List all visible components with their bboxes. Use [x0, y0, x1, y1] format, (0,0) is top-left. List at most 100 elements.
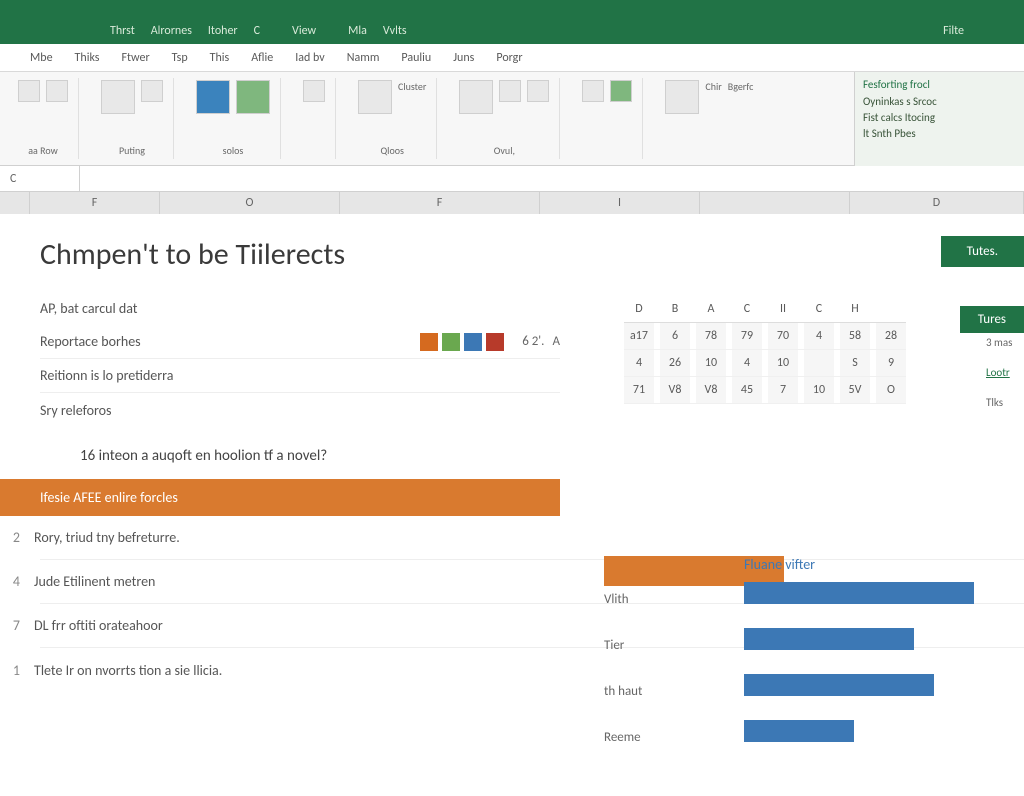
mt-head[interactable]: II: [768, 296, 798, 322]
pane-line[interactable]: Oyninkas s Srcoc: [863, 95, 1016, 108]
ribbon-tab[interactable]: Ftwer: [122, 51, 150, 65]
ribbon-group: Cluster Qloos: [348, 78, 437, 159]
table-row[interactable]: 2 Rory, triud tny befreturre.: [40, 516, 1024, 560]
ribbon-tab[interactable]: Aflie: [251, 51, 273, 65]
ribbon-tab[interactable]: Tsp: [172, 51, 188, 65]
row-text: DL frr oftiti orateahoor: [34, 617, 163, 634]
mt-cell[interactable]: 58: [840, 323, 870, 349]
row-text: Jude Etilinent metren: [34, 573, 155, 590]
color-swatches: [420, 333, 504, 351]
mt-cell[interactable]: 78: [696, 323, 726, 349]
col-head[interactable]: O: [160, 192, 340, 214]
mt-cell[interactable]: 5V: [840, 377, 870, 403]
mt-cell[interactable]: 10: [768, 350, 798, 376]
mt-head[interactable]: C: [732, 296, 762, 322]
ribbon-icon[interactable]: [527, 80, 549, 102]
mt-head[interactable]: H: [840, 296, 870, 322]
mt-head[interactable]: C: [804, 296, 834, 322]
name-box[interactable]: C: [0, 166, 80, 191]
list-item[interactable]: AP, bat carcul dat: [40, 291, 560, 325]
mt-cell[interactable]: V8: [660, 377, 690, 403]
mt-cell[interactable]: 4: [804, 323, 834, 349]
ribbon-tab[interactable]: Namm: [347, 51, 380, 65]
ribbon-icon[interactable]: [18, 80, 40, 102]
mt-head[interactable]: B: [660, 296, 690, 322]
chart-bar: [744, 628, 914, 650]
title-tab[interactable]: Mla: [348, 20, 367, 44]
ribbon-tab[interactable]: This: [210, 51, 230, 65]
col-head[interactable]: I: [540, 192, 700, 214]
col-head[interactable]: [700, 192, 850, 214]
title-tab[interactable]: View: [292, 20, 316, 44]
chart-icon[interactable]: [236, 80, 270, 114]
ribbon-icon[interactable]: [459, 80, 493, 114]
mt-cell[interactable]: 70: [768, 323, 798, 349]
ribbon-tab-row: Mbe Thiks Ftwer Tsp This Aflie Iad bv Na…: [0, 44, 1024, 72]
extra-cell: Lootr: [986, 366, 1020, 396]
ribbon-icon[interactable]: [499, 80, 521, 102]
worksheet[interactable]: Chmpen't to be Tiilerects AP, bat carcul…: [0, 214, 1024, 796]
list-item[interactable]: Reitionn is lo pretiderra: [40, 359, 560, 393]
title-tab[interactable]: Filte: [943, 20, 964, 44]
mt-cell[interactable]: a17: [624, 323, 654, 349]
pane-line[interactable]: lt Snth Pbes: [863, 127, 1016, 140]
title-tab[interactable]: Itoher: [208, 20, 238, 44]
title-tab[interactable]: C: [254, 20, 260, 44]
title-tab[interactable]: Alrornes: [151, 20, 192, 44]
chart-category: Tier: [604, 622, 642, 668]
row-number: 2: [0, 529, 34, 546]
title-tab[interactable]: Thrst: [110, 20, 135, 44]
title-tab[interactable]: Vvlts: [383, 20, 407, 44]
extra-cell: 3 mas: [986, 336, 1020, 366]
ribbon-icon[interactable]: [101, 80, 135, 114]
mt-head[interactable]: D: [624, 296, 654, 322]
mt-cell[interactable]: [804, 350, 834, 376]
ribbon-icon[interactable]: [582, 80, 604, 102]
ribbon-tab[interactable]: Juns: [453, 51, 474, 65]
ribbon-group: aa Row: [8, 78, 79, 159]
ribbon-tab[interactable]: Iad bv: [295, 51, 324, 65]
col-head[interactable]: F: [30, 192, 160, 214]
mt-cell[interactable]: 6: [660, 323, 690, 349]
mt-cell[interactable]: 26: [660, 350, 690, 376]
mt-cell[interactable]: 4: [624, 350, 654, 376]
mt-cell[interactable]: V8: [696, 377, 726, 403]
mt-cell[interactable]: 10: [804, 377, 834, 403]
pane-line[interactable]: Fist calcs Itocing: [863, 111, 1016, 124]
question-text: 16 inteon a auqoft en hoolion tf a novel…: [80, 447, 560, 465]
mt-cell[interactable]: 4: [732, 350, 762, 376]
badge[interactable]: Tutes.: [941, 236, 1024, 267]
ribbon-tab[interactable]: Pauliu: [401, 51, 431, 65]
mt-cell[interactable]: O: [876, 377, 906, 403]
ribbon-icon[interactable]: [141, 80, 163, 102]
col-head[interactable]: D: [850, 192, 1024, 214]
ribbon-tab[interactable]: Mbe: [30, 51, 53, 65]
chart-icon[interactable]: [196, 80, 230, 114]
ribbon-icon[interactable]: [610, 80, 632, 102]
ribbon-icon[interactable]: [303, 80, 325, 102]
ribbon-icon[interactable]: [358, 80, 392, 114]
ribbon-icon[interactable]: [665, 80, 699, 114]
ribbon-group-label: aa Row: [18, 144, 68, 157]
mt-head[interactable]: A: [696, 296, 726, 322]
badge[interactable]: Tures: [960, 306, 1024, 333]
col-head[interactable]: F: [340, 192, 540, 214]
mt-cell[interactable]: 7: [768, 377, 798, 403]
mt-cell[interactable]: 28: [876, 323, 906, 349]
mt-cell[interactable]: 9: [876, 350, 906, 376]
mt-cell[interactable]: S: [840, 350, 870, 376]
list-item[interactable]: Reportace borhes 6 2'. A: [40, 325, 560, 359]
ribbon-tab[interactable]: Porgr: [496, 51, 522, 65]
col-head-corner[interactable]: [0, 192, 30, 214]
mt-cell[interactable]: 79: [732, 323, 762, 349]
extra-cell: Tlks: [986, 396, 1020, 426]
chart-category: Reeme: [604, 714, 642, 760]
mt-cell[interactable]: 71: [624, 377, 654, 403]
title-bar: Thrst Alrornes Itoher C View Mla Vvlts F…: [0, 0, 1024, 44]
ribbon-group-label: solos: [196, 144, 270, 157]
mt-cell[interactable]: 10: [696, 350, 726, 376]
ribbon-tab[interactable]: Thiks: [75, 51, 100, 65]
ribbon-icon[interactable]: [46, 80, 68, 102]
mt-cell[interactable]: 45: [732, 377, 762, 403]
list-item[interactable]: Sry releforos: [40, 393, 560, 427]
